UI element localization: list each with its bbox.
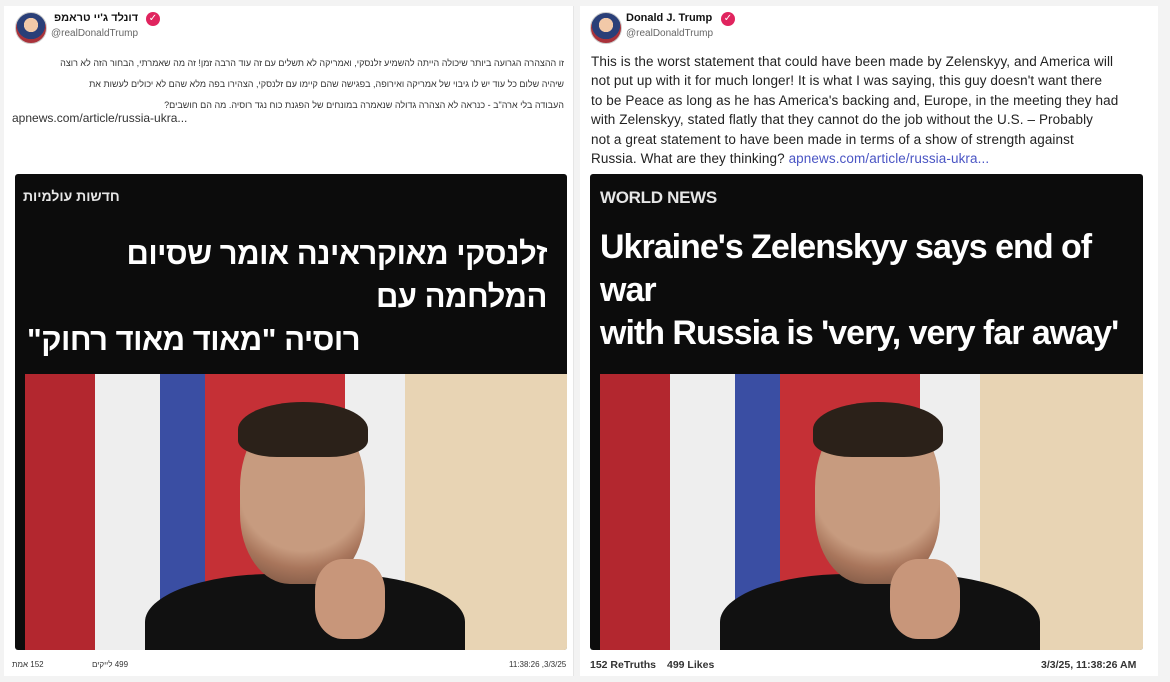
post-text-tail: Russia. What are they thinking? — [591, 151, 785, 167]
card-headline: Ukraine's Zelenskyy says end of war with… — [600, 226, 1140, 355]
card-headline: זלנסקי מאוקראינה אומר שסיום המלחמה עם רו… — [27, 232, 548, 361]
author-handle[interactable]: @realDonaldTrump — [51, 28, 138, 39]
post-text-line: Russia. What are they thinking? apnews.c… — [591, 149, 1151, 168]
retruths-count[interactable]: 152 אמת — [12, 660, 44, 669]
headline-line: with Russia is 'very, very far away' — [600, 314, 1119, 352]
verified-badge-icon: ✓ — [721, 12, 735, 26]
profile-avatar[interactable] — [590, 12, 622, 44]
post-text-line: זו ההצהרה הגרועה ביותר שיכולה הייתה להשמ… — [60, 58, 564, 68]
news-card[interactable]: חדשות עולמיות זלנסקי מאוקראינה אומר שסיו… — [15, 174, 567, 650]
post-timestamp: 11:38:26 ,3/3/25 — [509, 660, 567, 669]
post-text-line: to be Peace as long as he has America's … — [591, 92, 1119, 108]
post-text-line: not put up with it for much longer! It i… — [591, 73, 1103, 89]
post-text-line: not a great statement to have been made … — [591, 131, 1074, 147]
headline-line: Ukraine's Zelenskyy says end of war — [600, 228, 1092, 309]
headline-line: רוסיה "מאוד מאוד רחוק" — [27, 322, 361, 357]
author-name[interactable]: Donald J. Trump — [626, 12, 712, 24]
likes-count[interactable]: 499 Likes — [667, 659, 714, 671]
verified-badge-icon: ✓ — [146, 12, 160, 26]
likes-count[interactable]: 499 לייקים — [92, 660, 128, 669]
author-handle[interactable]: @realDonaldTrump — [626, 28, 713, 39]
post-text: This is the worst statement that could h… — [591, 52, 1151, 168]
profile-avatar[interactable] — [15, 12, 47, 44]
headline-line: זלנסקי מאוקראינה אומר שסיום המלחמה עם — [126, 236, 548, 314]
english-post-panel: Donald J. Trump ✓ @realDonaldTrump This … — [580, 6, 1158, 676]
article-link[interactable]: apnews.com/article/russia-ukra... — [789, 151, 990, 166]
author-name[interactable]: דונלד ג'יי טראמפ — [54, 12, 138, 24]
post-text-line: שיהיה שלום כל עוד יש לו גיבוי של אמריקה … — [89, 79, 564, 89]
post-text: זו ההצהרה הגרועה ביותר שיכולה הייתה להשמ… — [12, 53, 564, 116]
card-kicker: WORLD NEWS — [600, 188, 717, 207]
card-kicker: חדשות עולמיות — [23, 188, 120, 204]
retruths-count[interactable]: 152 ReTruths — [590, 659, 656, 671]
article-link[interactable]: apnews.com/article/russia-ukra... — [12, 111, 187, 125]
post-text-line: with Zelenskyy, stated flatly that they … — [591, 112, 1094, 128]
news-card[interactable]: WORLD NEWS Ukraine's Zelenskyy says end … — [590, 174, 1143, 650]
zelensky-photo — [600, 374, 1143, 650]
hebrew-post-panel: דונלד ג'יי טראמפ ✓ @realDonaldTrump זו ה… — [4, 6, 574, 676]
post-text-line: This is the worst statement that could h… — [591, 54, 1114, 69]
zelensky-photo — [25, 374, 567, 650]
post-timestamp: 3/3/25, 11:38:26 AM — [1041, 659, 1137, 671]
